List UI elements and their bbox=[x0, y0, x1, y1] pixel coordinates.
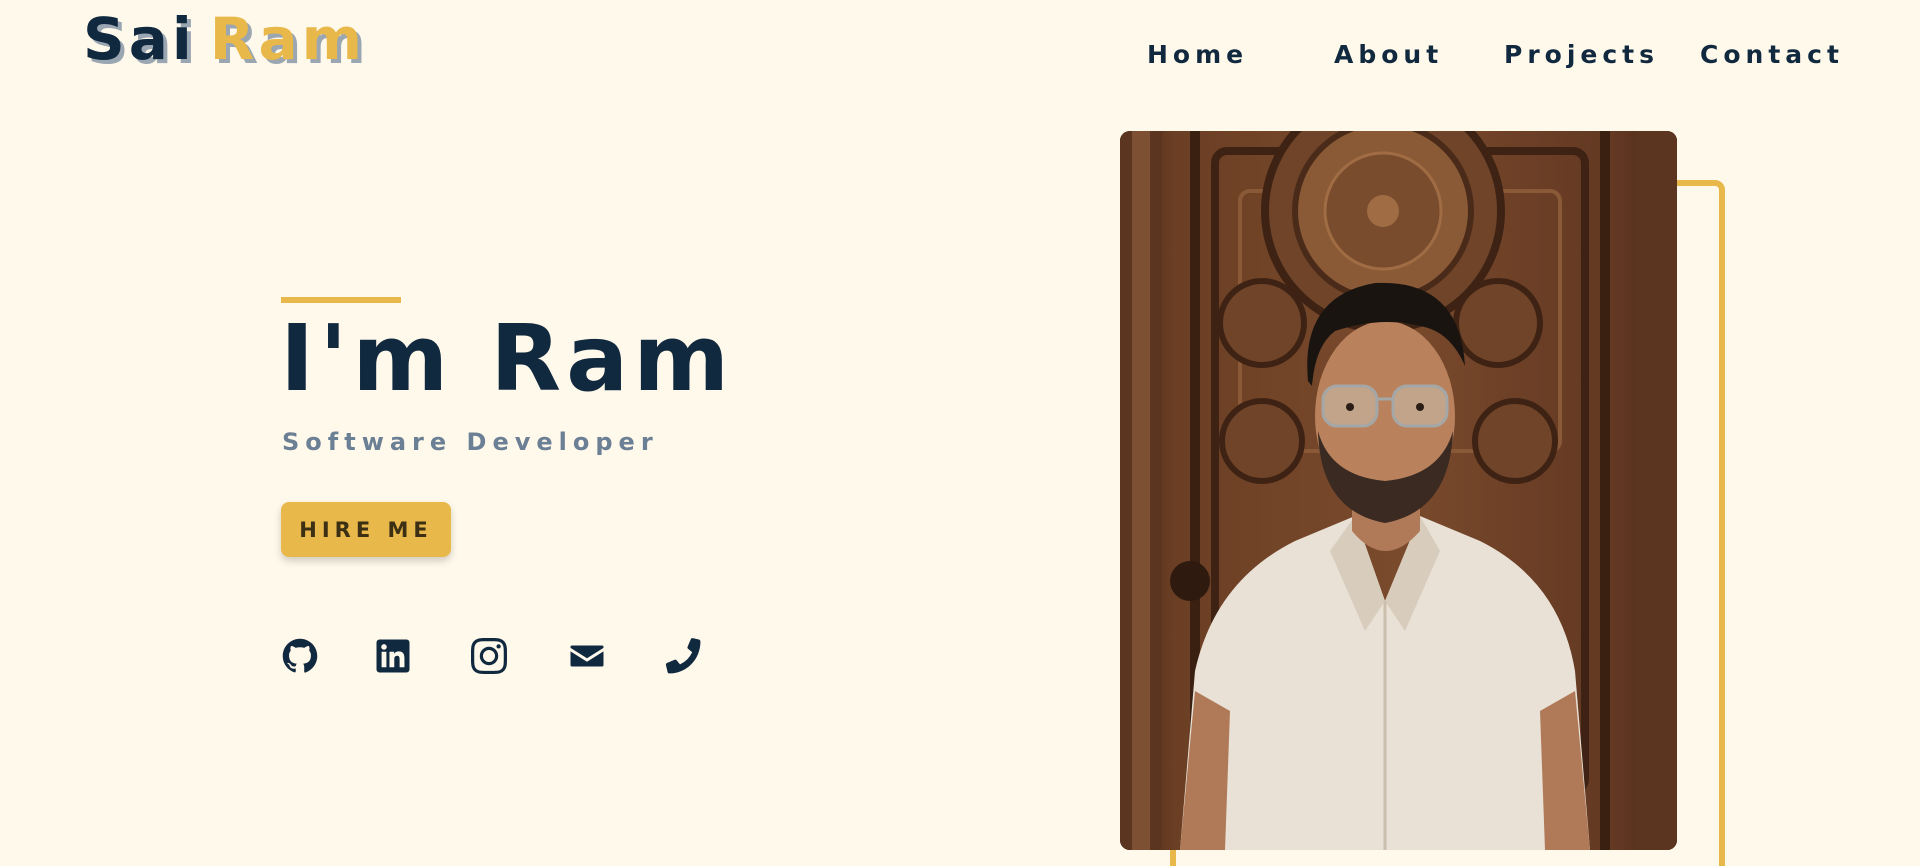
github-icon bbox=[282, 638, 318, 673]
email-icon bbox=[570, 645, 604, 667]
profile-photo-illustration bbox=[1120, 131, 1677, 850]
linkedin-icon bbox=[376, 639, 410, 673]
hero-subtitle: Software Developer bbox=[282, 428, 659, 456]
email-link[interactable] bbox=[568, 637, 606, 675]
nav-projects[interactable]: Projects bbox=[1504, 40, 1659, 69]
nav-about[interactable]: About bbox=[1334, 40, 1443, 69]
phone-icon bbox=[665, 638, 701, 674]
phone-link[interactable] bbox=[664, 637, 702, 675]
linkedin-link[interactable] bbox=[374, 637, 412, 675]
nav-contact[interactable]: Contact bbox=[1700, 40, 1844, 69]
hire-me-button[interactable]: HIRE ME bbox=[281, 502, 451, 557]
nav-home[interactable]: Home bbox=[1147, 40, 1248, 69]
github-link[interactable] bbox=[281, 637, 319, 675]
instagram-link[interactable] bbox=[470, 637, 508, 675]
profile-photo bbox=[1120, 131, 1677, 850]
page: Sai Ram Home About Projects Contact I'm R… bbox=[0, 0, 1920, 866]
hero-title: I'm Ram bbox=[280, 305, 735, 412]
main-nav: Home About Projects Contact bbox=[0, 40, 1920, 70]
title-accent-line bbox=[281, 297, 401, 303]
instagram-icon bbox=[471, 638, 507, 674]
